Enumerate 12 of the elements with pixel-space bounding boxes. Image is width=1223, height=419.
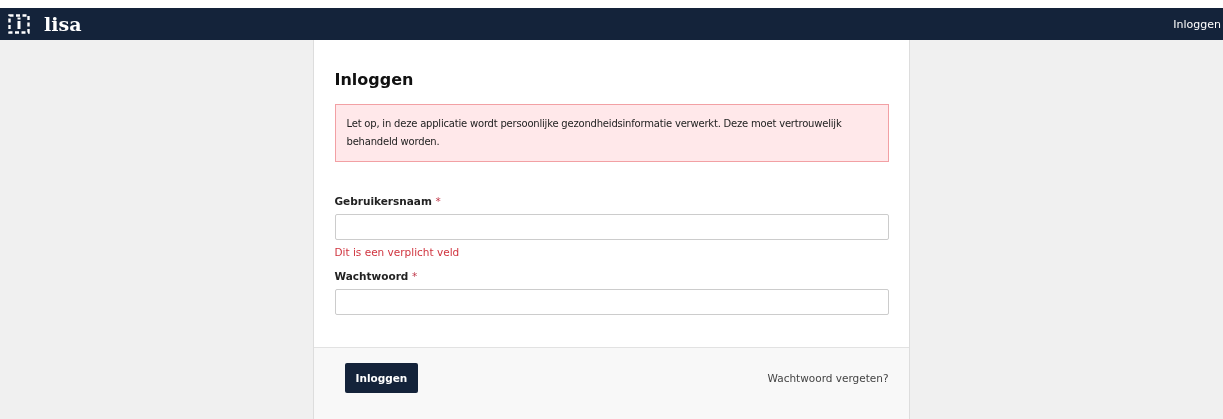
field-label: Gebruikersnaam * [334, 195, 442, 207]
logo-icon [8, 14, 30, 34]
input-field[interactable] [334, 214, 889, 240]
input-field[interactable] [334, 289, 889, 315]
warning-alert: Let op, in deze applicatie wordt persoonlijke gezondheidsinformatie verwerkt. Deze moet vertrouwelijk behandeld worden. [334, 104, 889, 162]
login-button[interactable]: Inloggen [344, 363, 419, 393]
page-title: Inloggen [334, 70, 415, 89]
login-link[interactable]: Inloggen [1173, 17, 1223, 31]
error-message: Dit is een verplicht veld [334, 246, 461, 258]
brand-name[interactable]: lisa [44, 13, 82, 35]
forgot-password-link[interactable]: Wachtwoord vergeten? [767, 372, 889, 384]
field-label: Wachtwoord * [334, 270, 419, 282]
